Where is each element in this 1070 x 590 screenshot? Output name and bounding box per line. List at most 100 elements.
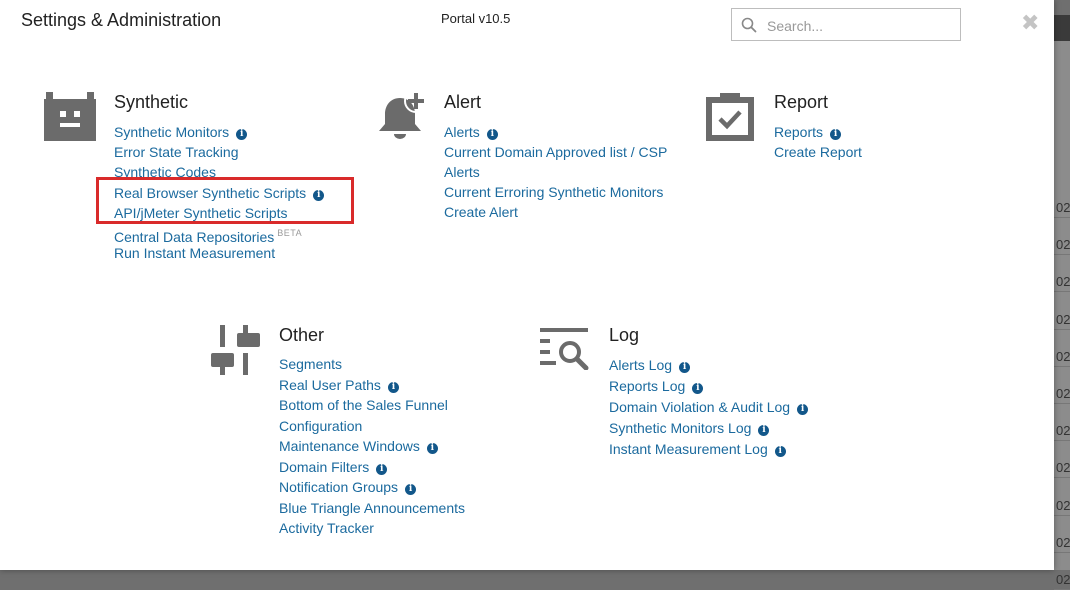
report-link[interactable]: Create Report (774, 144, 862, 160)
synthetic-link[interactable]: Run Instant Measurement (114, 245, 275, 261)
other-link[interactable]: Maintenance Windows (279, 438, 420, 454)
background-row-line (1054, 217, 1070, 218)
background-row-line (1054, 291, 1070, 293)
synthetic-link[interactable]: API/jMeter Synthetic Scripts (114, 205, 288, 221)
background-row-line (1054, 551, 1070, 553)
synthetic-link[interactable]: Synthetic Codes (114, 164, 216, 180)
info-icon[interactable]: i (405, 484, 417, 495)
background-table-cell: 02 (1056, 534, 1070, 550)
info-icon[interactable]: i (758, 425, 770, 436)
menu-item: Create Alert (444, 202, 667, 222)
menu-item: Maintenance Windows i (279, 436, 465, 457)
alert-link[interactable]: Create Alert (444, 204, 518, 220)
background-table-cell: 02 (1056, 348, 1070, 364)
menu-item: Activity Tracker (279, 518, 465, 539)
info-icon[interactable]: i (797, 404, 809, 415)
background-row-line (1054, 440, 1070, 442)
other-links: Segments Real User Paths i Bottom of the Sa… (279, 354, 465, 539)
alert-link[interactable]: Alerts (444, 164, 480, 180)
info-icon[interactable]: i (236, 129, 248, 140)
log-links: Alerts Log i Reports Log i Domain Violation … (609, 355, 809, 460)
portal-version: Portal v10.5 (441, 11, 511, 26)
log-link[interactable]: Alerts Log (609, 357, 672, 373)
background-row-line (1054, 403, 1070, 404)
bell-plus-icon (379, 90, 428, 139)
log-link[interactable]: Domain Violation & Audit Log (609, 399, 790, 415)
menu-item: Bottom of the Sales Funnel (279, 395, 465, 416)
background-table-cell: 02 (1056, 386, 1070, 401)
menu-item: Real Browser Synthetic Scripts i (114, 183, 325, 203)
menu-item: Segments (279, 354, 465, 375)
background-table-cell: 02 (1056, 572, 1070, 587)
synthetic-link[interactable]: Synthetic Monitors (114, 124, 229, 140)
menu-item: Alerts i (444, 122, 667, 142)
menu-item: Alerts (444, 162, 667, 182)
menu-item: Error State Tracking (114, 142, 324, 162)
menu-item: Synthetic Codes (114, 162, 324, 182)
other-link[interactable]: Activity Tracker (279, 520, 374, 536)
settings-modal: Settings & Administration Portal v10.5 ✖… (0, 0, 1054, 570)
menu-item: Create Report (774, 142, 862, 162)
menu-item: Reports Log i (609, 376, 808, 397)
search-box[interactable] (731, 8, 961, 41)
section-title-synthetic: Synthetic (114, 92, 189, 112)
menu-item: Alerts Log i (609, 355, 808, 376)
background-table-cell: 02 (1056, 497, 1070, 513)
close-icon[interactable]: ✖ (1021, 11, 1039, 35)
menu-item: Run Instant Measurement (114, 243, 324, 263)
alert-link[interactable]: Current Domain Approved list / CSP (444, 144, 667, 160)
report-link[interactable]: Reports (774, 124, 823, 140)
log-link[interactable]: Synthetic Monitors Log (609, 420, 751, 436)
background-table-cell: 02 (1056, 200, 1070, 215)
alert-link[interactable]: Current Erroring Synthetic Monitors (444, 184, 663, 200)
background-table-cell: 02 (1056, 311, 1070, 327)
menu-item: Notification Groups i (279, 477, 465, 498)
log-link[interactable]: Instant Measurement Log (609, 441, 768, 457)
other-link[interactable]: Configuration (279, 418, 362, 434)
background-row-line (1054, 254, 1070, 256)
menu-item: Configuration (279, 416, 465, 437)
info-icon[interactable]: i (486, 129, 498, 140)
alert-link[interactable]: Alerts (444, 124, 480, 140)
other-link[interactable]: Bottom of the Sales Funnel (279, 397, 448, 413)
background-row-line (1054, 328, 1070, 330)
info-icon[interactable]: i (426, 443, 438, 454)
report-links: Reports i Create Report (774, 122, 862, 162)
menu-item: Synthetic Monitors i (114, 122, 324, 142)
background-row-line (1054, 365, 1070, 367)
menu-item: Reports i (774, 122, 862, 142)
menu-item: Blue Triangle Announcements (279, 498, 465, 519)
info-icon[interactable]: i (313, 189, 325, 201)
info-icon[interactable]: i (376, 463, 388, 475)
background-table-cell: 02 (1056, 423, 1070, 439)
section-title-report: Report (774, 92, 829, 112)
menu-item: Synthetic Monitors Log i (609, 418, 808, 439)
background-row-line (1054, 477, 1070, 479)
section-title-other: Other (279, 325, 325, 345)
background-table-cell: 02 (1056, 237, 1070, 253)
menu-item: Current Domain Approved list / CSP (444, 142, 667, 162)
info-icon[interactable]: i (774, 446, 786, 457)
info-icon[interactable]: i (830, 129, 842, 140)
section-title-alert: Alert (444, 92, 482, 112)
other-link[interactable]: Real User Paths (279, 377, 381, 393)
info-icon[interactable]: i (692, 383, 704, 394)
other-link[interactable]: Segments (279, 356, 342, 372)
synthetic-link[interactable]: Real Browser Synthetic Scripts (114, 185, 306, 201)
menu-item: API/jMeter Synthetic Scripts (114, 203, 324, 223)
info-icon[interactable]: i (387, 381, 399, 393)
search-icon (741, 17, 757, 33)
info-icon[interactable]: i (679, 362, 691, 373)
other-link[interactable]: Blue Triangle Announcements (279, 500, 465, 516)
sliders-icon (211, 325, 260, 375)
menu-item: Current Erroring Synthetic Monitors (444, 182, 667, 202)
menu-item: Central Data Repositories BETA (114, 223, 324, 245)
log-link[interactable]: Reports Log (609, 378, 685, 394)
search-input[interactable] (765, 14, 959, 38)
section-title-log: Log (609, 325, 640, 345)
alert-links: Alerts i Current Domain Approved list / CS… (444, 122, 667, 222)
list-search-icon (540, 328, 589, 370)
other-link[interactable]: Domain Filters (279, 459, 369, 475)
synthetic-link[interactable]: Error State Tracking (114, 144, 239, 160)
other-link[interactable]: Notification Groups (279, 479, 398, 495)
